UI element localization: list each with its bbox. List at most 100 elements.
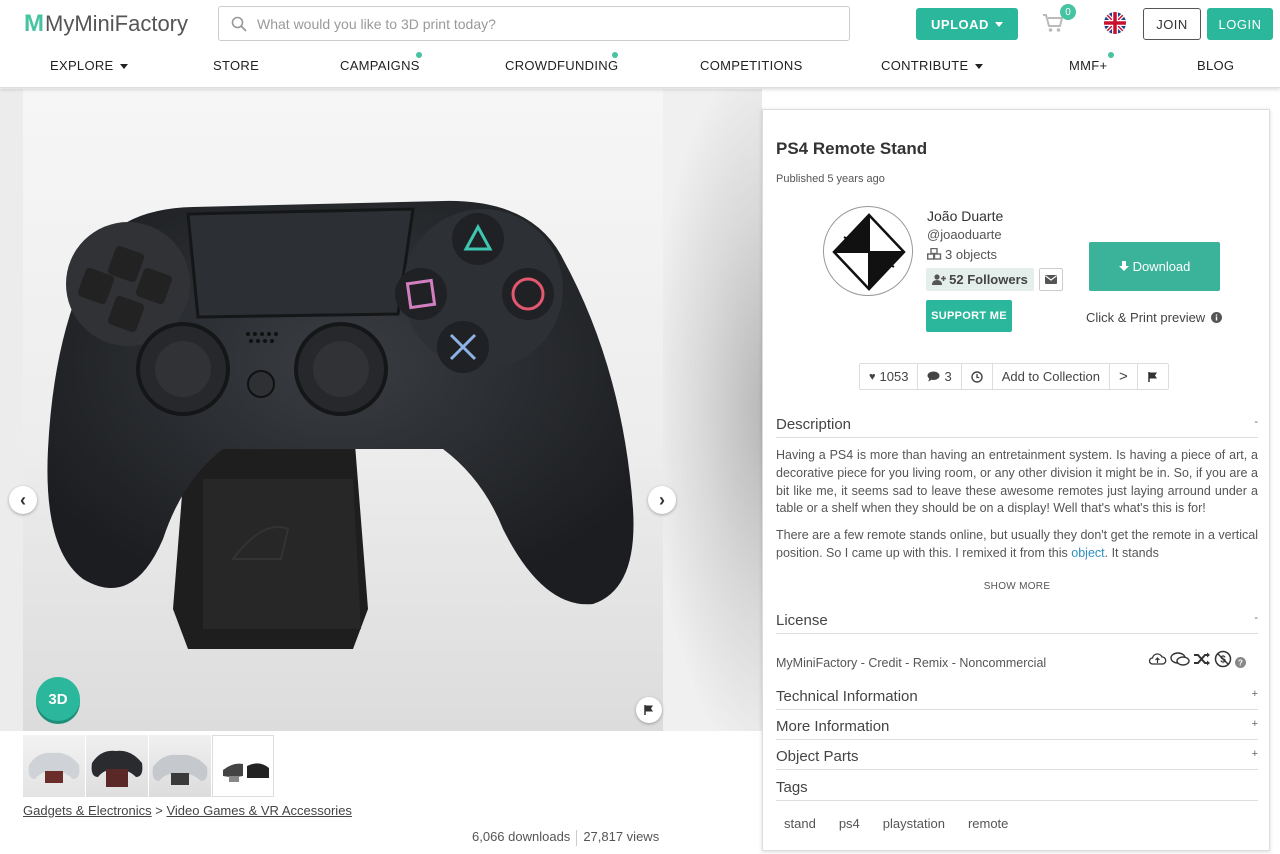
search-icon (231, 16, 247, 32)
show-more-button[interactable]: SHOW MORE (763, 581, 1269, 592)
join-button[interactable]: JOIN (1143, 8, 1201, 40)
svg-text:$: $ (1220, 655, 1226, 666)
license-name: MyMiniFactory - Credit - Remix - Noncomm… (776, 656, 1047, 670)
tag-playstation[interactable]: playstation (875, 814, 953, 833)
heart-icon: ♥ (869, 370, 876, 383)
designer-handle[interactable]: @joaoduarte (927, 227, 1002, 242)
object-info-panel: PS4 Remote Stand Published 5 years ago J… (762, 109, 1270, 851)
share-button[interactable]: > (1110, 364, 1138, 389)
info-icon (1210, 312, 1222, 323)
tag-remote[interactable]: remote (960, 814, 1016, 833)
crowdfunding-new-dot (612, 52, 618, 58)
mmf-plus-new-dot (1108, 52, 1114, 58)
report-image-flag-icon[interactable] (636, 697, 662, 723)
license-title: License (776, 612, 828, 629)
breadcrumb-video-games-vr[interactable]: Video Games & VR Accessories (166, 803, 351, 818)
chevron-down-icon (119, 64, 128, 70)
breadcrumb-gadgets-electronics[interactable]: Gadgets & Electronics (23, 803, 152, 818)
chevron-down-icon (994, 21, 1003, 27)
technical-info-expand-toggle[interactable]: + (1252, 688, 1258, 700)
upload-label: UPLOAD (931, 16, 989, 32)
followers-label: 52 Followers (949, 272, 1028, 287)
object-parts-expand-toggle[interactable]: + (1252, 748, 1258, 760)
more-info-section-header[interactable]: More Information + (776, 718, 1258, 740)
thumbnail-1[interactable] (23, 735, 85, 797)
nav-mmf-plus[interactable]: MMF+ (1069, 58, 1107, 73)
campaigns-new-dot (416, 52, 422, 58)
cubes-icon (926, 247, 942, 260)
previous-image-arrow-icon[interactable]: ‹ (9, 486, 37, 514)
tag-stand[interactable]: stand (776, 814, 824, 833)
cart-count-badge: 0 (1060, 4, 1076, 20)
nav-campaigns[interactable]: CAMPAIGNS (340, 58, 420, 73)
view-3d-button[interactable]: 3D (36, 677, 80, 721)
next-image-arrow-icon[interactable]: › (648, 486, 676, 514)
tags-title: Tags (776, 779, 808, 796)
designer-avatar[interactable] (823, 206, 913, 296)
object-title: PS4 Remote Stand (776, 139, 928, 158)
message-designer-button[interactable] (1039, 268, 1063, 291)
site-logo[interactable]: M MyMiniFactory (24, 10, 188, 38)
designer-name[interactable]: João Duarte (927, 208, 1003, 224)
description-section-header[interactable]: Description - (776, 416, 1258, 438)
nav-explore-label: EXPLORE (50, 58, 114, 73)
license-section-header[interactable]: License - (776, 612, 1258, 634)
history-button[interactable] (962, 364, 993, 389)
object-parts-title: Object Parts (776, 748, 859, 765)
tags-section-header: Tags (776, 779, 1258, 801)
search-input[interactable]: What would you like to 3D print today? (257, 16, 496, 32)
designer-objects[interactable]: 3 objects (926, 247, 998, 262)
noncommercial-icon: $ (1214, 650, 1232, 668)
clock-icon (970, 370, 983, 383)
nav-contribute[interactable]: CONTRIBUTE (881, 58, 983, 73)
add-user-icon (932, 274, 947, 285)
followers-button[interactable]: 52 Followers (926, 268, 1034, 291)
cloud-upload-icon (1148, 653, 1167, 665)
technical-info-section-header[interactable]: Technical Information + (776, 688, 1258, 710)
main-photo[interactable] (23, 89, 663, 731)
add-to-collection-button[interactable]: Add to Collection (993, 364, 1110, 389)
license-collapse-toggle[interactable]: - (1254, 612, 1258, 624)
nav-store[interactable]: STORE (213, 58, 259, 73)
download-arrow-icon (1118, 261, 1129, 271)
view-count: 27,817 views (583, 829, 660, 844)
description-collapse-toggle[interactable]: - (1254, 416, 1258, 428)
help-icon[interactable]: ? (1235, 656, 1246, 668)
login-button[interactable]: LOGIN (1207, 8, 1273, 40)
site-header: M MyMiniFactory What would you like to 3… (0, 0, 1280, 88)
description-title: Description (776, 416, 852, 433)
next-image-preview (663, 89, 762, 731)
flag-icon (1147, 371, 1157, 382)
published-date: Published 5 years ago (776, 173, 885, 185)
logo-mark: M (24, 10, 44, 37)
search-bar[interactable]: What would you like to 3D print today? (218, 6, 850, 41)
like-button[interactable]: ♥ 1053 (860, 364, 919, 389)
nav-explore[interactable]: EXPLORE (50, 58, 128, 73)
language-flag-icon[interactable] (1104, 12, 1126, 34)
stats-divider (576, 829, 578, 846)
thumbnail-3[interactable] (149, 735, 211, 797)
more-info-title: More Information (776, 718, 890, 735)
envelope-icon (1045, 275, 1057, 284)
click-print-preview[interactable]: Click & Print preview (1086, 310, 1222, 325)
more-info-expand-toggle[interactable]: + (1252, 718, 1258, 730)
nav-crowdfunding[interactable]: CROWDFUNDING (505, 58, 618, 73)
nav-competitions[interactable]: COMPETITIONS (700, 58, 803, 73)
nav-blog[interactable]: BLOG (1197, 58, 1234, 73)
preview-label: Click & Print preview (1086, 310, 1206, 325)
report-button[interactable] (1138, 364, 1168, 389)
tag-ps4[interactable]: ps4 (831, 814, 868, 833)
support-me-button[interactable]: SUPPORT ME (926, 300, 1012, 332)
designer-objects-label: 3 objects (945, 247, 998, 262)
object-parts-section-header[interactable]: Object Parts + (776, 748, 1258, 770)
logo-text: MyMiniFactory (45, 11, 189, 36)
comment-count: 3 (944, 369, 952, 384)
credit-chat-icon (1170, 652, 1190, 666)
download-button[interactable]: Download (1089, 242, 1220, 291)
comments-button[interactable]: 3 (918, 364, 962, 389)
thumbnail-2[interactable] (86, 735, 148, 797)
image-gallery: ‹ › (0, 89, 762, 731)
upload-button[interactable]: UPLOAD (916, 8, 1018, 40)
thumbnail-4[interactable] (212, 735, 274, 797)
like-count: 1053 (879, 369, 909, 384)
